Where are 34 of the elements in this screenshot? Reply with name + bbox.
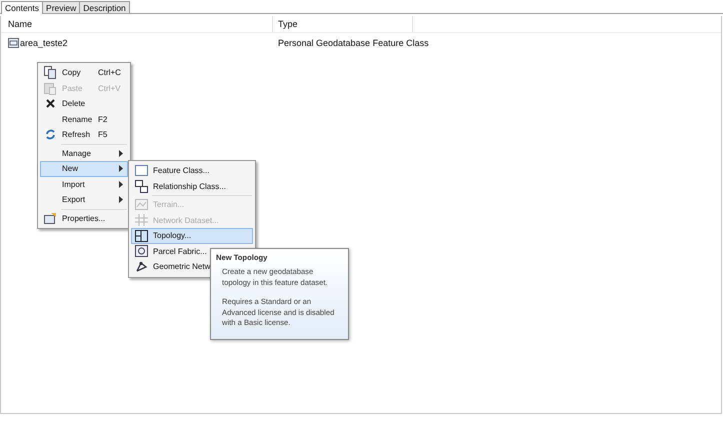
network-icon — [134, 260, 148, 273]
menu-item[interactable]: Topology... — [131, 228, 253, 244]
column-header[interactable]: Type — [273, 16, 413, 32]
tab[interactable]: Preview — [42, 1, 80, 13]
feature-class-icon — [8, 38, 19, 48]
table-cell: Personal Geodatabase Feature Class — [278, 38, 429, 48]
paste-icon — [44, 82, 56, 95]
menu-item[interactable]: Feature Class... — [131, 163, 253, 178]
tab[interactable]: Contents — [1, 1, 44, 14]
properties-icon — [44, 212, 56, 224]
submenu-arrow-icon — [119, 180, 123, 188]
tab[interactable]: Description — [79, 1, 130, 13]
menu-item[interactable]: Rename F2 — [40, 112, 128, 127]
parcel-icon — [134, 245, 148, 258]
delete-icon — [46, 99, 54, 108]
submenu-arrow-icon — [119, 196, 123, 204]
submenu-arrow-icon — [119, 150, 123, 157]
copy-icon — [44, 66, 56, 80]
submenu-arrow-icon — [119, 165, 123, 172]
menu-item[interactable]: Refresh F5 — [40, 127, 128, 142]
topology-icon — [134, 230, 148, 242]
menu-item[interactable]: Copy Ctrl+C — [40, 65, 128, 80]
table-cell[interactable]: area_teste2 — [20, 38, 68, 48]
terrain-icon — [134, 199, 148, 210]
rectangle-icon — [134, 165, 148, 176]
menu-item[interactable]: Import — [40, 176, 128, 192]
refresh-icon — [44, 129, 56, 140]
linked-tables-icon — [134, 180, 148, 193]
menu-item[interactable]: Export — [40, 192, 128, 208]
grid-icon — [134, 214, 148, 226]
menu-item[interactable]: Relationship Class... — [131, 178, 253, 194]
column-header[interactable]: Name — [1, 16, 273, 32]
menu-item[interactable]: Delete — [40, 96, 128, 112]
menu-item[interactable]: New — [40, 161, 128, 176]
